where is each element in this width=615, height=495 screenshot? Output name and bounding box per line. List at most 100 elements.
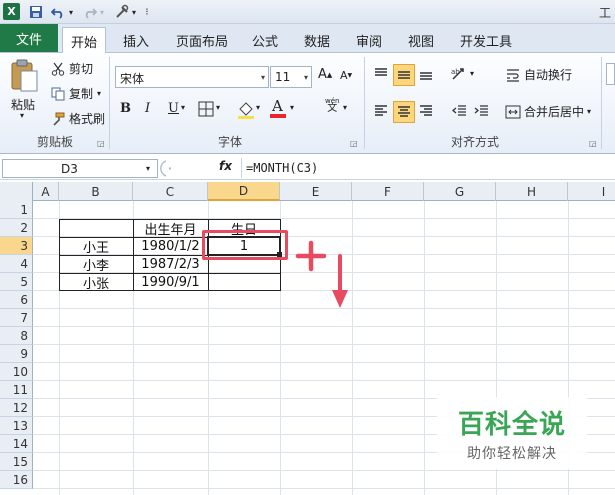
phonetic-guide-icon[interactable]: wén 文 <box>325 97 339 114</box>
phonetic-dropdown-icon[interactable]: ▾ <box>343 103 347 112</box>
tab-file[interactable]: 文件 <box>0 24 58 52</box>
font-color-dropdown-icon[interactable]: ▾ <box>290 103 294 112</box>
format-painter-button[interactable]: 格式刷 <box>50 110 105 127</box>
row-header[interactable]: 6 <box>0 291 33 309</box>
cell-month[interactable] <box>208 273 280 291</box>
bold-icon[interactable]: B <box>120 101 131 116</box>
column-header-b[interactable]: B <box>59 182 133 201</box>
redo-dropdown-icon[interactable]: ▾ <box>98 3 106 21</box>
border-dropdown-icon[interactable]: ▾ <box>216 103 220 112</box>
cell-name[interactable]: 小李 <box>59 255 133 274</box>
align-top-icon[interactable] <box>373 66 389 82</box>
column-header-i[interactable]: I <box>568 182 615 201</box>
table-header-birth[interactable]: 出生年月 <box>133 219 208 238</box>
number-format-select[interactable] <box>606 63 615 85</box>
grid-line <box>33 308 615 309</box>
name-box-dropdown-icon[interactable]: ▾ <box>146 164 150 173</box>
select-all-corner[interactable] <box>0 182 33 201</box>
cell-name[interactable]: 小王 <box>59 237 133 256</box>
row-header[interactable]: 5 <box>0 273 33 291</box>
grid-line <box>33 326 615 327</box>
column-header-d[interactable]: D <box>208 182 280 201</box>
border-icon[interactable] <box>198 101 214 117</box>
formula-input[interactable]: =MONTH(C3) <box>241 158 613 178</box>
tab-developer[interactable]: 开发工具 <box>452 27 520 53</box>
down-arrow-icon <box>330 254 350 313</box>
row-header[interactable]: 12 <box>0 399 33 417</box>
tab-formulas[interactable]: 公式 <box>244 27 286 53</box>
fill-color-icon[interactable] <box>236 99 256 119</box>
undo-icon[interactable] <box>50 3 66 21</box>
font-size-select[interactable]: 11 ▾ <box>270 66 312 88</box>
underline-dropdown-icon[interactable]: ▾ <box>181 103 185 112</box>
paste-icon[interactable] <box>9 59 39 93</box>
tools-dropdown-icon[interactable]: ▾ <box>130 3 138 21</box>
row-header[interactable]: 11 <box>0 381 33 399</box>
merge-dropdown-icon[interactable]: ▾ <box>587 107 591 116</box>
cell-date[interactable]: 1990/9/1 <box>133 273 208 291</box>
column-header-a[interactable]: A <box>33 182 59 201</box>
tab-page-layout[interactable]: 页面布局 <box>168 27 236 53</box>
paste-dropdown-icon[interactable]: ▾ <box>20 111 24 120</box>
row-header[interactable]: 2 <box>0 219 33 237</box>
column-header-c[interactable]: C <box>133 182 208 201</box>
column-header-h[interactable]: H <box>496 182 568 201</box>
decrease-indent-icon[interactable] <box>452 103 468 119</box>
row-header[interactable]: 10 <box>0 363 33 381</box>
tab-home[interactable]: 开始 <box>62 27 107 54</box>
cell-name[interactable]: 小张 <box>59 273 133 292</box>
row-header[interactable]: 13 <box>0 417 33 435</box>
customize-toolbar-icon[interactable]: ⁝ <box>142 3 152 21</box>
copy-button[interactable]: 复制 ▾ <box>50 85 101 102</box>
row-header[interactable]: 9 <box>0 345 33 363</box>
row-header[interactable]: 14 <box>0 435 33 453</box>
grow-font-icon[interactable]: A ▲ <box>318 67 332 82</box>
row-header[interactable]: 1 <box>0 201 33 219</box>
row-header[interactable]: 8 <box>0 327 33 345</box>
redo-icon[interactable] <box>82 3 98 21</box>
shrink-font-icon[interactable]: A ▼ <box>340 69 352 82</box>
tab-data[interactable]: 数据 <box>296 27 338 53</box>
excel-app-icon[interactable]: X <box>3 3 20 20</box>
tools-icon[interactable] <box>113 3 131 21</box>
tab-view[interactable]: 视图 <box>400 27 442 53</box>
increase-indent-icon[interactable] <box>474 103 490 119</box>
undo-dropdown-icon[interactable]: ▾ <box>67 3 75 21</box>
cut-button[interactable]: 剪切 <box>50 60 93 77</box>
align-middle-icon[interactable] <box>393 64 415 86</box>
copy-dropdown-icon[interactable]: ▾ <box>97 89 101 98</box>
tab-review[interactable]: 审阅 <box>348 27 390 53</box>
row-header[interactable]: 15 <box>0 453 33 471</box>
align-bottom-icon[interactable] <box>418 66 434 82</box>
name-box[interactable]: D3 <box>2 159 158 178</box>
italic-icon[interactable]: I <box>145 101 150 116</box>
insert-function-icon[interactable]: fx <box>219 159 232 173</box>
row-header[interactable]: 4 <box>0 255 33 273</box>
underline-icon[interactable]: U <box>168 101 179 116</box>
column-header-f[interactable]: F <box>352 182 424 201</box>
formula-bar-splitter[interactable] <box>160 159 216 178</box>
column-header-e[interactable]: E <box>280 182 352 201</box>
orientation-icon[interactable]: ab <box>450 65 468 83</box>
orientation-dropdown-icon[interactable]: ▾ <box>470 69 474 78</box>
row-header[interactable]: 3 <box>0 237 33 255</box>
cell-date[interactable]: 1980/1/2 <box>133 237 208 255</box>
align-left-icon[interactable] <box>373 103 389 119</box>
font-launcher-icon[interactable]: ◲ <box>350 139 358 148</box>
row-header[interactable]: 16 <box>0 471 33 489</box>
align-right-icon[interactable] <box>418 103 434 119</box>
save-icon[interactable] <box>28 3 44 21</box>
font-name-value: 宋体 <box>120 72 145 86</box>
clipboard-launcher-icon[interactable]: ◲ <box>97 139 105 148</box>
tab-insert[interactable]: 插入 <box>115 27 157 53</box>
alignment-launcher-icon[interactable]: ◲ <box>589 139 597 148</box>
merge-center-button[interactable]: 合并后居中 ▾ <box>505 103 591 120</box>
column-header-g[interactable]: G <box>424 182 496 201</box>
font-color-icon[interactable]: A <box>268 97 288 119</box>
row-header[interactable]: 7 <box>0 309 33 327</box>
fill-color-dropdown-icon[interactable]: ▾ <box>256 103 260 112</box>
wrap-text-button[interactable]: 自动换行 <box>505 66 572 83</box>
align-center-icon[interactable] <box>393 101 415 123</box>
cell-date[interactable]: 1987/2/3 <box>133 255 208 273</box>
font-name-select[interactable]: 宋体 ▾ <box>115 66 269 88</box>
